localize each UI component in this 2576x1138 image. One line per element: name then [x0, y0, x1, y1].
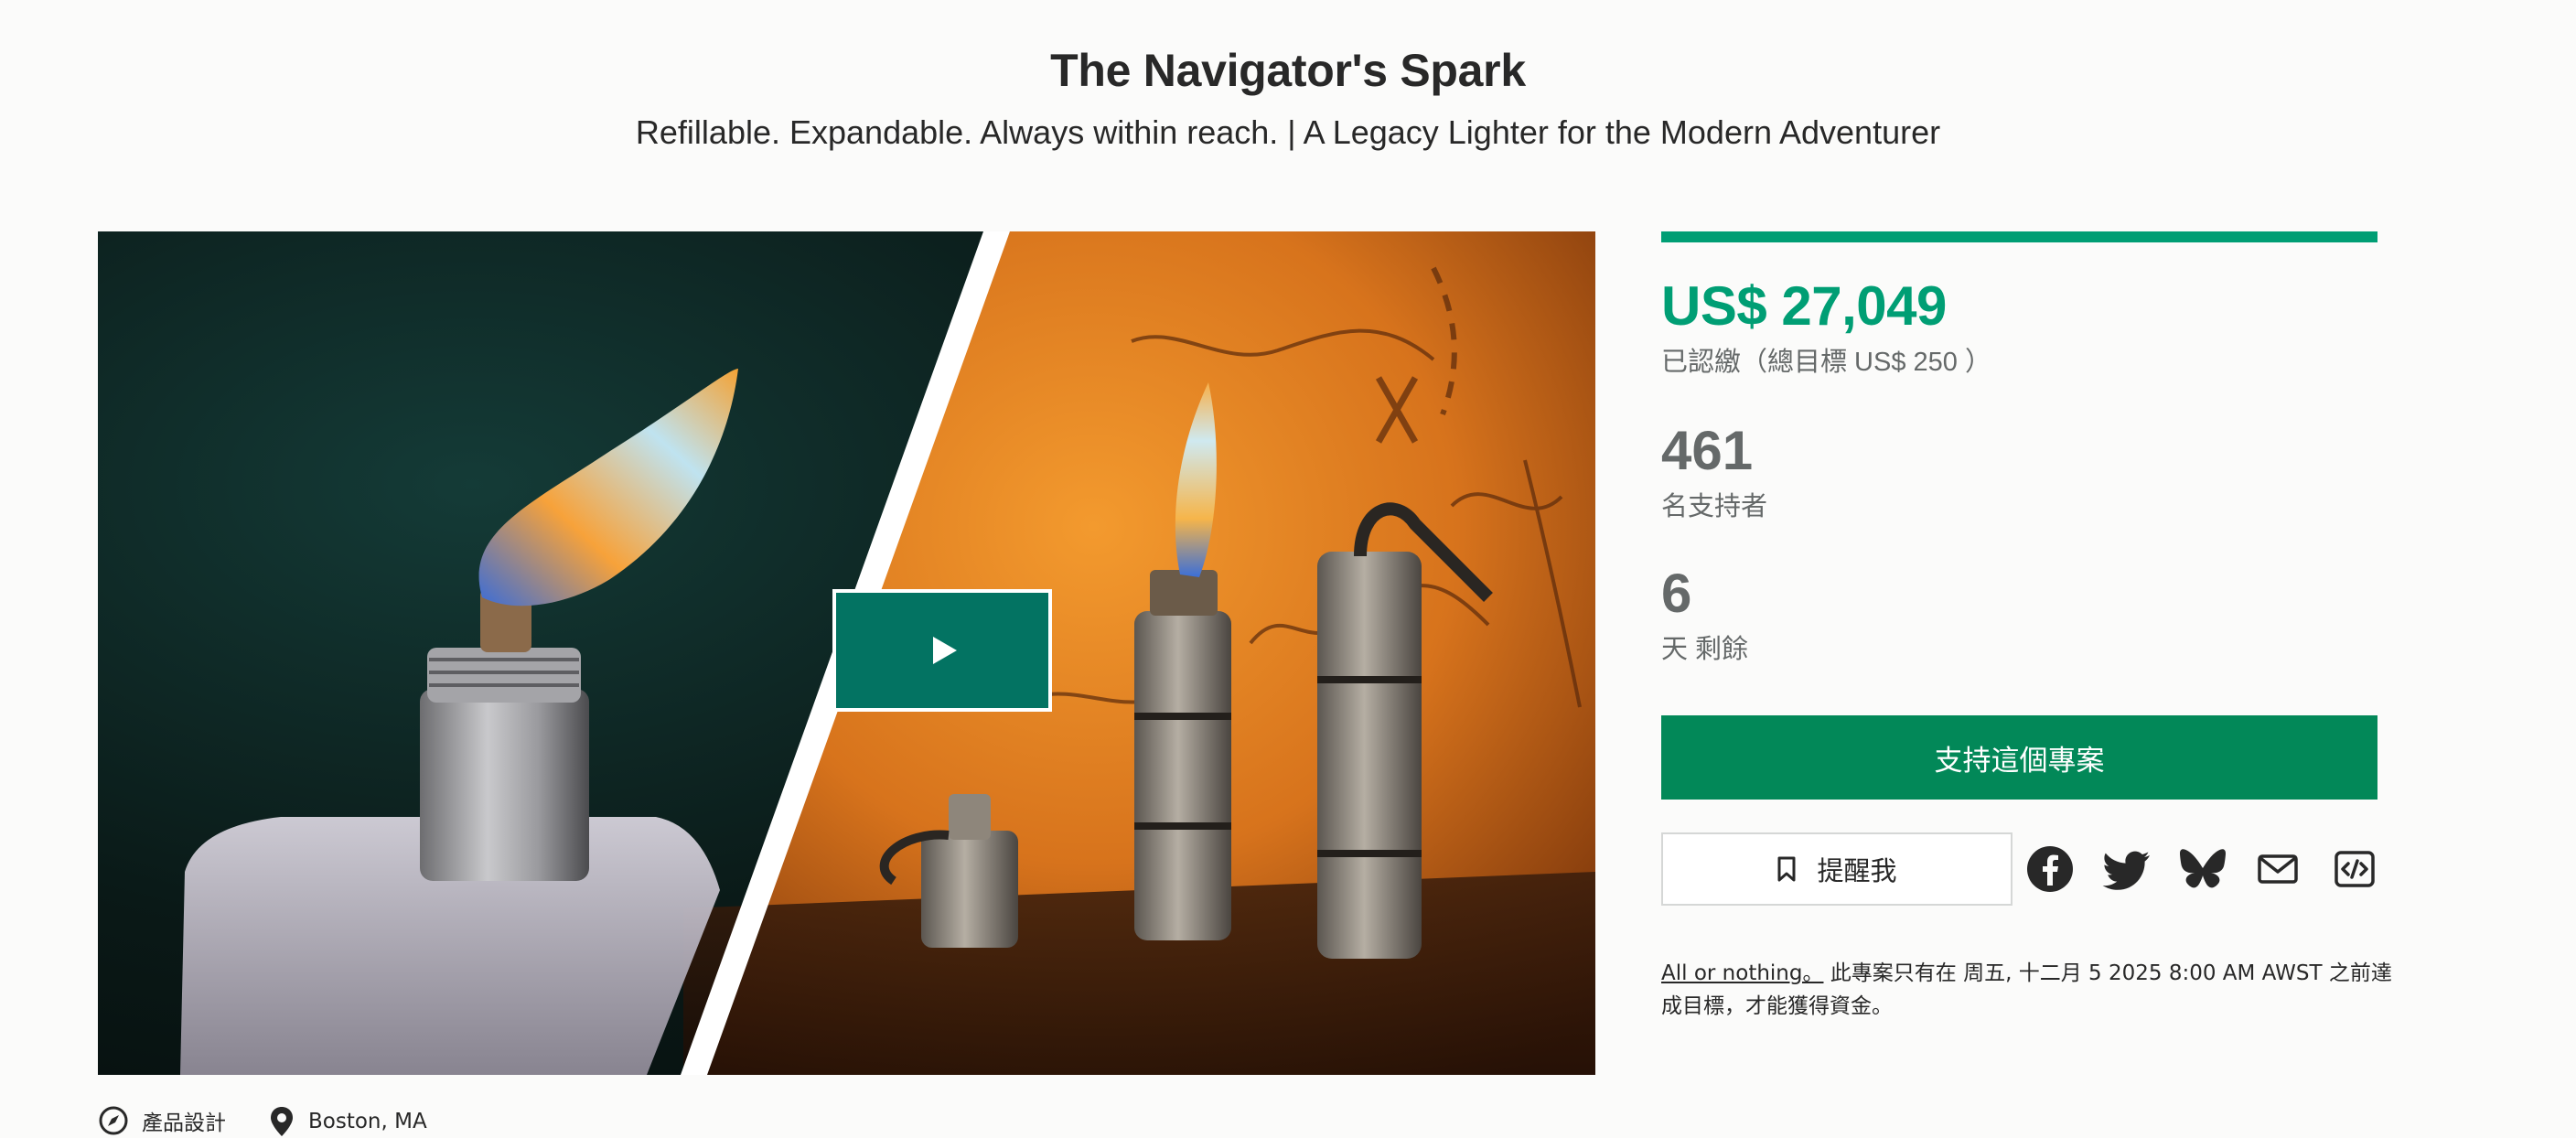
project-title: The Navigator's Spark [1050, 45, 1526, 96]
pledged-amount: US$ 27,049 [1661, 275, 1947, 337]
embed-icon[interactable] [2329, 843, 2380, 895]
play-button[interactable] [832, 589, 1052, 712]
bookmark-icon [1777, 856, 1796, 882]
funding-progress-fill [1661, 231, 2377, 242]
category-label: 產品設計 [142, 1111, 226, 1135]
funding-progress-bar [1661, 231, 2377, 242]
days-left-label: 天 剩餘 [1661, 635, 1749, 664]
project-video[interactable] [98, 231, 1595, 1075]
backers-count: 461 [1661, 420, 1754, 481]
funding-notice: All or nothing。 此專案只有在 周五, 十二月 5 2025 8:… [1661, 957, 2393, 1023]
twitter-icon[interactable] [2100, 843, 2152, 895]
back-project-button[interactable]: 支持這個專案 [1661, 715, 2377, 800]
all-or-nothing-link[interactable]: All or nothing。 [1661, 961, 1823, 985]
email-icon[interactable] [2252, 843, 2303, 895]
facebook-icon[interactable] [2024, 843, 2076, 895]
location-link[interactable]: Boston, MA [268, 1105, 427, 1138]
days-left-count: 6 [1661, 563, 1692, 624]
bluesky-icon[interactable] [2177, 843, 2228, 895]
remind-me-button[interactable]: 提醒我 [1661, 832, 2012, 906]
location-pin-icon [271, 1107, 293, 1136]
play-icon [933, 637, 957, 664]
project-subtitle: Refillable. Expandable. Always within re… [635, 113, 1941, 151]
category-link[interactable]: 產品設計 [98, 1105, 226, 1136]
location-label: Boston, MA [308, 1110, 427, 1133]
compass-icon [99, 1106, 128, 1135]
pledged-label: 已認繳（總目標 US$ 250 ） [1661, 348, 1991, 377]
backers-label: 名支持者 [1661, 492, 1768, 521]
remind-me-label: 提醒我 [1817, 855, 1897, 886]
